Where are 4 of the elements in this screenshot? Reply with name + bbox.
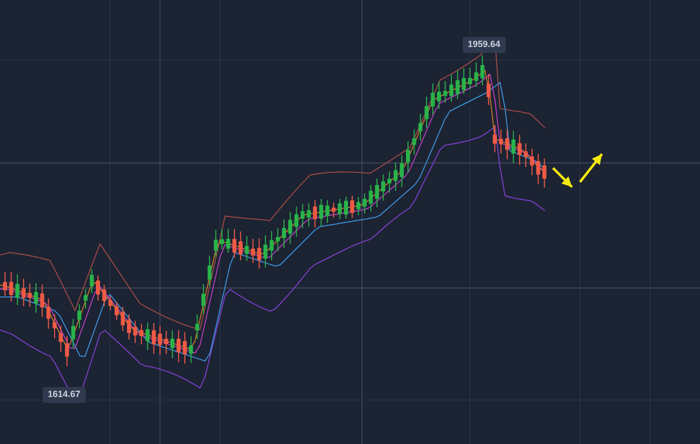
low-price-label: 1614.67 bbox=[42, 387, 86, 403]
high-price-label: 1959.64 bbox=[462, 37, 506, 53]
arrow-icon bbox=[579, 153, 603, 183]
arrow-icon bbox=[552, 167, 573, 188]
